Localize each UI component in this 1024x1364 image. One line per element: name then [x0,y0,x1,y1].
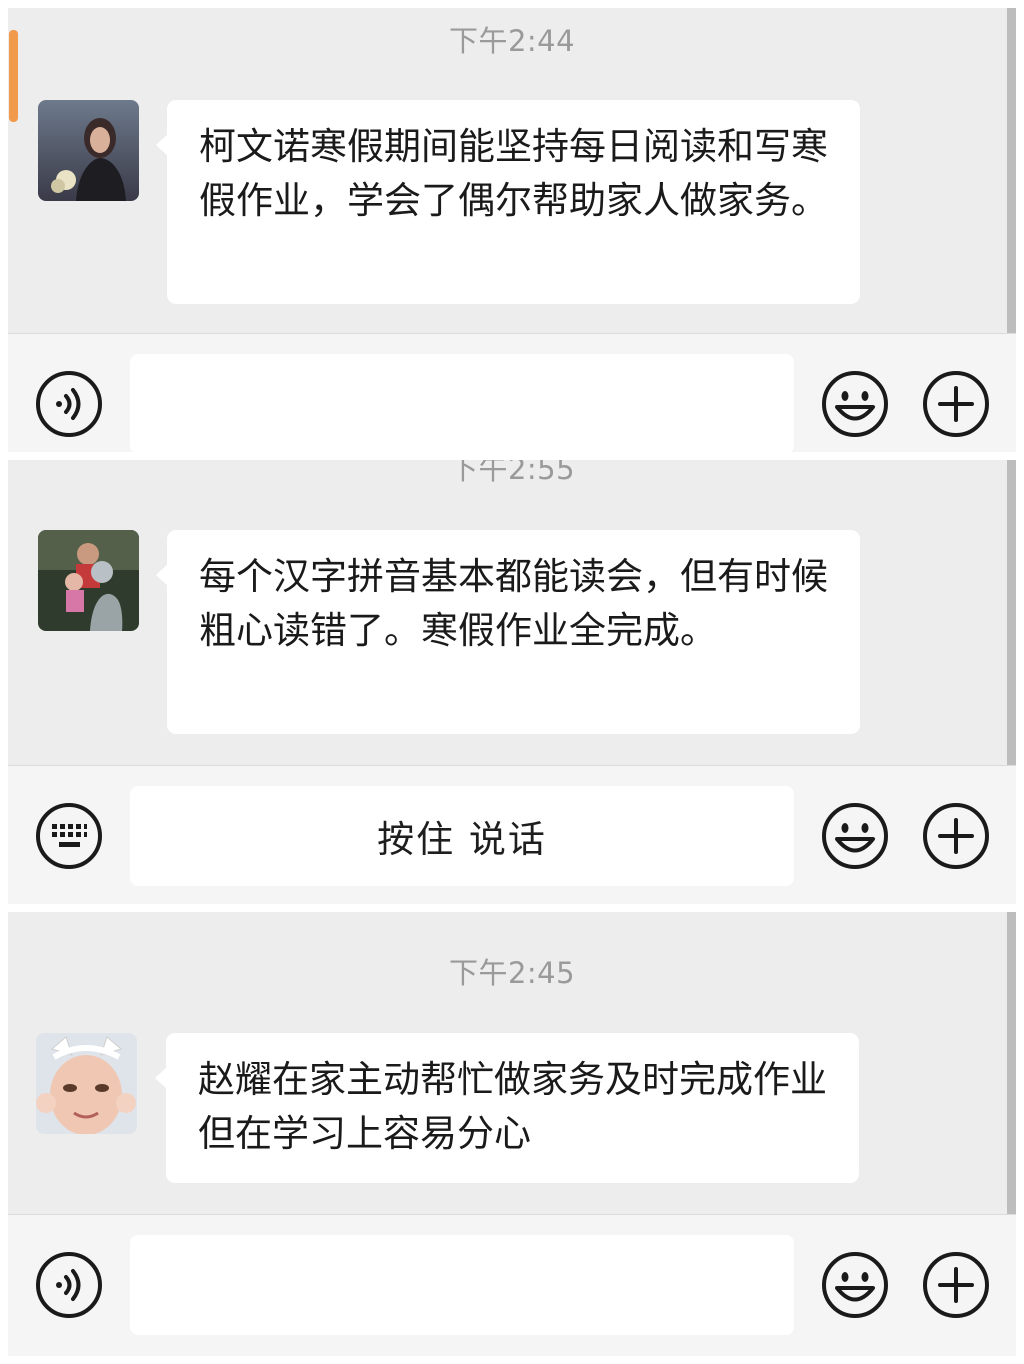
plus-icon[interactable] [922,802,990,870]
chat-panel-1: 下午2:44 柯文诺寒假期间能坚持每日阅读和写寒假作业，学会了偶尔帮助家人做家务… [8,8,1016,452]
scrollbar[interactable] [1007,460,1016,765]
message-input[interactable] [130,1235,794,1335]
emoji-icon[interactable] [821,1251,889,1319]
chat-panel-3: 下午2:45 赵耀在家主动帮忙做家务及时完成作业但在学习上容易分心 [8,912,1016,1356]
input-bar [8,1214,1016,1356]
emoji-icon[interactable] [821,802,889,870]
chat-area[interactable]: 下午2:45 赵耀在家主动帮忙做家务及时完成作业但在学习上容易分心 [8,912,1016,1214]
avatar[interactable] [38,100,139,201]
timestamp: 下午2:45 [448,956,576,990]
input-bar: 按住 说话 [8,765,1016,904]
chat-panel-2: 下午2:55 每个汉字拼音基本都能读会，但有时候粗心读错了。寒假作业全完成。 按… [8,460,1016,904]
chat-area[interactable]: 下午2:44 柯文诺寒假期间能坚持每日阅读和写寒假作业，学会了偶尔帮助家人做家务… [8,8,1016,333]
message-input[interactable] [130,354,794,452]
chat-area[interactable]: 下午2:55 每个汉字拼音基本都能读会，但有时候粗心读错了。寒假作业全完成。 [8,460,1016,765]
emoji-icon[interactable] [821,370,889,438]
message-bubble[interactable]: 每个汉字拼音基本都能读会，但有时候粗心读错了。寒假作业全完成。 [156,530,860,734]
input-bar [8,333,1016,452]
keyboard-icon[interactable] [35,802,103,870]
hold-to-talk-button[interactable]: 按住 说话 [130,786,794,886]
avatar[interactable] [38,530,139,631]
voice-icon[interactable] [35,370,103,438]
voice-icon[interactable] [35,1251,103,1319]
message-bubble[interactable]: 赵耀在家主动帮忙做家务及时完成作业但在学习上容易分心 [155,1033,859,1183]
plus-icon[interactable] [922,1251,990,1319]
avatar[interactable] [36,1033,137,1134]
timestamp: 下午2:44 [448,24,576,58]
plus-icon[interactable] [922,370,990,438]
timestamp: 下午2:55 [448,460,576,486]
message-bubble[interactable]: 柯文诺寒假期间能坚持每日阅读和写寒假作业，学会了偶尔帮助家人做家务。 [156,100,860,304]
